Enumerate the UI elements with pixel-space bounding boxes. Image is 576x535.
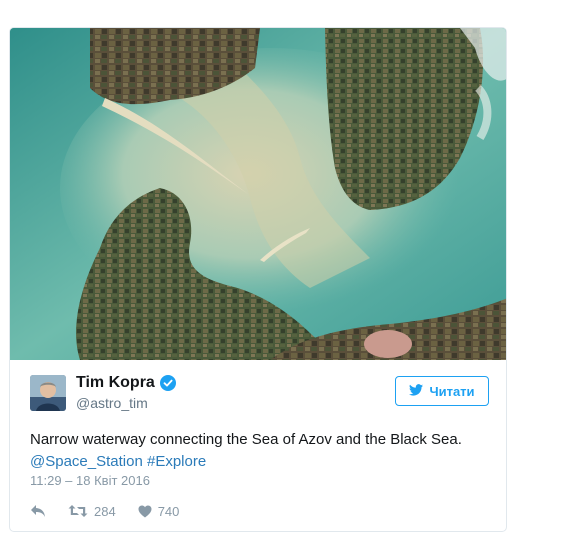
tweet-photo[interactable]: [10, 28, 506, 360]
satellite-image: [10, 28, 506, 360]
retweet-count: 284: [94, 503, 116, 519]
hashtag-link[interactable]: #Explore: [147, 453, 206, 470]
tweet-text-main: Narrow waterway connecting the Sea of Az…: [30, 431, 462, 448]
author-handle[interactable]: @astro_tim: [76, 395, 148, 411]
avatar[interactable]: [30, 375, 66, 411]
retweet-button[interactable]: 284: [68, 504, 116, 519]
tweet-card: Tim Kopra @astro_tim Читати Narrow water…: [9, 27, 507, 532]
reply-icon: [30, 504, 46, 518]
mention-link[interactable]: @Space_Station: [30, 453, 143, 470]
tweet-actions: 284 740: [30, 501, 201, 521]
twitter-bird-icon: [409, 383, 424, 399]
heart-icon: [138, 505, 152, 518]
author-name[interactable]: Tim Kopra: [76, 374, 155, 392]
tweet-text: Narrow waterway connecting the Sea of Az…: [30, 429, 500, 473]
avatar-photo-icon: [30, 375, 66, 411]
tweet-header: Tim Kopra @astro_tim Читати: [10, 360, 506, 420]
like-count: 740: [157, 503, 180, 519]
tweet-timestamp[interactable]: 11:29 – 18 Квіт 2016: [30, 473, 150, 488]
follow-button-label: Читати: [429, 383, 475, 399]
verified-badge-icon: [159, 375, 176, 391]
author-name-row[interactable]: Tim Kopra: [76, 374, 176, 392]
like-button[interactable]: 740: [138, 503, 180, 519]
follow-button[interactable]: Читати: [395, 376, 489, 406]
retweet-icon: [68, 504, 88, 518]
reply-button[interactable]: [30, 504, 46, 518]
